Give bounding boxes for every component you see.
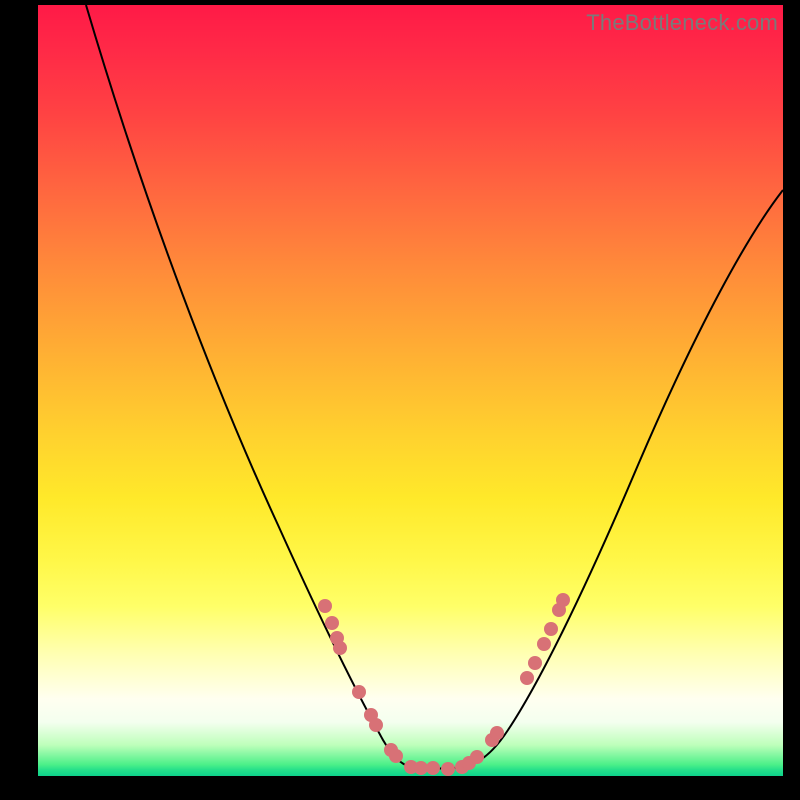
- chart-frame: TheBottleneck.com: [0, 0, 800, 800]
- curve-left: [86, 5, 412, 767]
- data-dot: [325, 616, 339, 630]
- data-dot: [520, 671, 534, 685]
- data-dot: [318, 599, 332, 613]
- data-dot: [389, 749, 403, 763]
- dot-group: [318, 593, 570, 776]
- data-dot: [470, 750, 484, 764]
- data-dot: [426, 761, 440, 775]
- data-dot: [333, 641, 347, 655]
- data-dot: [490, 726, 504, 740]
- data-dot: [352, 685, 366, 699]
- chart-svg: [38, 5, 783, 776]
- data-dot: [528, 656, 542, 670]
- data-dot: [369, 718, 383, 732]
- plot-area: [38, 5, 783, 776]
- data-dot: [441, 762, 455, 776]
- curve-group: [86, 5, 783, 769]
- data-dot: [414, 761, 428, 775]
- watermark-text: TheBottleneck.com: [586, 10, 778, 36]
- data-dot: [556, 593, 570, 607]
- data-dot: [544, 622, 558, 636]
- data-dot: [537, 637, 551, 651]
- curve-right: [462, 190, 783, 767]
